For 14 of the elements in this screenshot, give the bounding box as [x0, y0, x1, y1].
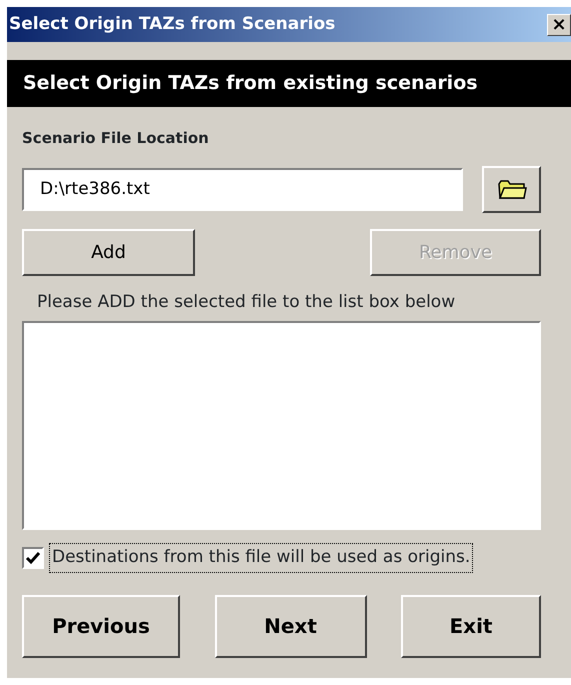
checkbox[interactable]	[22, 546, 44, 569]
window-title: Select Origin TAZs from Scenarios	[9, 12, 336, 36]
instruction-text: Please ADD the selected file to the list box below	[37, 290, 456, 314]
banner-heading: Select Origin TAZs from existing scenarios	[7, 60, 571, 107]
checkbox-label[interactable]: Destinations from this file will be used as origins.	[50, 544, 472, 572]
browse-button[interactable]	[482, 166, 541, 212]
field-label: Scenario File Location	[22, 128, 210, 149]
add-button[interactable]: Add	[22, 228, 195, 276]
file-path-field[interactable]: D:\rte386.txt	[22, 168, 463, 210]
navigation-button[interactable]: Next	[214, 594, 366, 658]
navigation-button[interactable]: Exit	[401, 594, 541, 658]
navigation-button[interactable]: Previous	[22, 594, 180, 658]
folder-icon	[496, 178, 526, 200]
close-button[interactable]: ×	[547, 14, 571, 36]
